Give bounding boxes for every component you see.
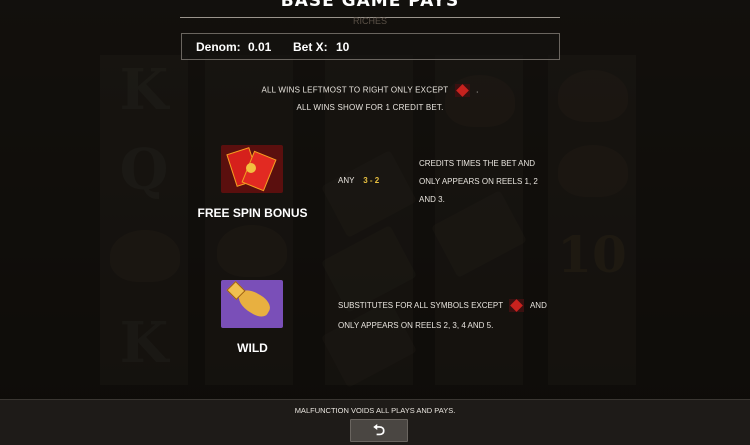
free-spin-description: CREDITS TIMES THE BET AND ONLY APPEARS O… <box>419 155 538 209</box>
free-spin-bonus-label: FREE SPIN BONUS <box>197 206 308 220</box>
dragon-icon <box>221 280 283 328</box>
wild-label: WILD <box>237 341 268 355</box>
page-title: BASE GAME PAYS <box>280 0 460 11</box>
description-line: SUBSTITUTES FOR ALL SYMBOLS EXCEPT AND <box>338 296 547 316</box>
description-line: ONLY APPEARS ON REELS 2, 3, 4 AND 5. <box>338 321 494 330</box>
denom-label: Denom: <box>196 40 241 54</box>
pay-amount: 3 - 2 <box>363 176 380 185</box>
malfunction-notice: MALFUNCTION VOIDS ALL PLAYS AND PAYS. <box>294 406 456 415</box>
slot-background: K Q K 10 <box>0 0 750 445</box>
return-arrow-icon: ⮌ <box>372 421 385 439</box>
footer-bar: MALFUNCTION VOIDS ALL PLAYS AND PAYS. ⮌ <box>0 399 750 445</box>
description-line: CREDITS TIMES THE BET AND <box>419 159 536 168</box>
rules-line-1: ALL WINS LEFTMOST TO RIGHT ONLY EXCEPT . <box>180 84 560 97</box>
background-logo-text: RICHES <box>352 16 387 26</box>
rules-line-2: ALL WINS SHOW FOR 1 CREDIT BET. <box>296 103 444 112</box>
scatter-gem-icon <box>509 299 525 313</box>
description-text: AND <box>529 301 547 310</box>
coin-shape <box>246 163 256 173</box>
rules-line-1-end: . <box>476 85 479 95</box>
denom-value: 0.01 <box>248 40 272 54</box>
pay-prefix: ANY <box>338 176 355 185</box>
bet-label: Bet X: <box>293 40 328 54</box>
dim-overlay <box>0 0 750 445</box>
description-line: ONLY APPEARS ON REELS 1, 2 <box>419 177 538 186</box>
red-envelope-icon <box>221 145 283 193</box>
description-text: SUBSTITUTES FOR ALL SYMBOLS EXCEPT <box>338 301 503 310</box>
free-spin-pay: ANY 3 - 2 <box>338 172 379 190</box>
rules-line-1-text: ALL WINS LEFTMOST TO RIGHT ONLY EXCEPT <box>261 85 449 95</box>
scatter-gem-icon <box>454 84 470 97</box>
back-button[interactable]: ⮌ <box>350 419 408 442</box>
description-line: AND 3. <box>419 195 445 204</box>
denom-bet-panel: Denom: 0.01 Bet X: 10 <box>181 33 560 60</box>
wild-description: SUBSTITUTES FOR ALL SYMBOLS EXCEPT AND O… <box>338 296 547 336</box>
bet-value: 10 <box>336 40 350 54</box>
